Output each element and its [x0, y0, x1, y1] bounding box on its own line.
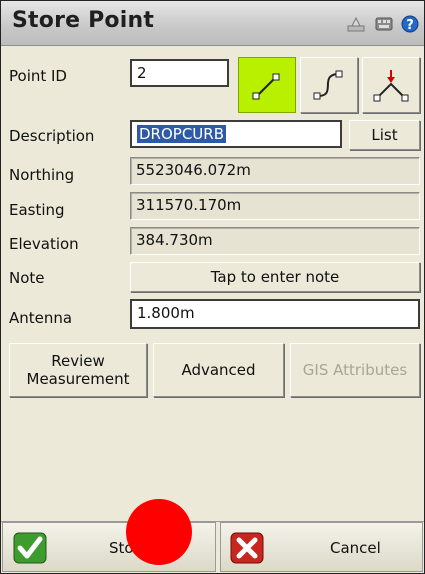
help-icon[interactable]: ? [401, 15, 419, 33]
curve-mode-icon [313, 70, 343, 100]
bell-icon[interactable] [347, 15, 365, 33]
cancel-label: Cancel [330, 539, 381, 557]
svg-text:?: ? [406, 18, 414, 33]
curve-mode-button[interactable] [300, 57, 358, 113]
cancel-button[interactable]: Cancel [220, 522, 423, 572]
arc-mode-icon [373, 70, 409, 102]
elevation-value: 384.730m [130, 227, 420, 255]
easting-value: 311570.170m [130, 192, 420, 220]
northing-value: 5523046.072m [130, 157, 420, 185]
easting-label: Easting [9, 201, 65, 219]
review-line2: Measurement [26, 370, 130, 388]
description-value: DROPCURB [137, 125, 226, 143]
review-line1: Review [51, 352, 105, 370]
line-mode-button[interactable] [238, 57, 296, 113]
advanced-button[interactable]: Advanced [153, 343, 284, 397]
description-label: Description [9, 127, 95, 145]
elevation-label: Elevation [9, 235, 79, 253]
northing-label: Northing [9, 166, 75, 184]
window-title: Store Point [12, 8, 155, 33]
point-id-input[interactable]: 2 [130, 59, 229, 87]
review-measurement-button[interactable]: Review Measurement [9, 343, 147, 397]
check-icon [13, 532, 47, 564]
note-label: Note [9, 269, 45, 287]
close-icon [230, 532, 264, 564]
keyboard-icon[interactable] [375, 15, 393, 33]
title-bar: Store Point ? [1, 1, 424, 46]
list-button[interactable]: List [349, 120, 420, 150]
line-mode-icon [252, 73, 280, 100]
description-input[interactable]: DROPCURB [130, 120, 342, 148]
antenna-input[interactable]: 1.800m [130, 299, 420, 329]
store-point-window: Store Point ? Point ID 2 Description DRO… [0, 0, 425, 574]
gis-attributes-button[interactable]: GIS Attributes [290, 343, 420, 397]
arc-mode-button[interactable] [362, 57, 420, 113]
red-dot-marker [126, 499, 192, 565]
note-button[interactable]: Tap to enter note [130, 262, 420, 292]
point-id-label: Point ID [9, 67, 67, 85]
antenna-label: Antenna [9, 309, 73, 327]
